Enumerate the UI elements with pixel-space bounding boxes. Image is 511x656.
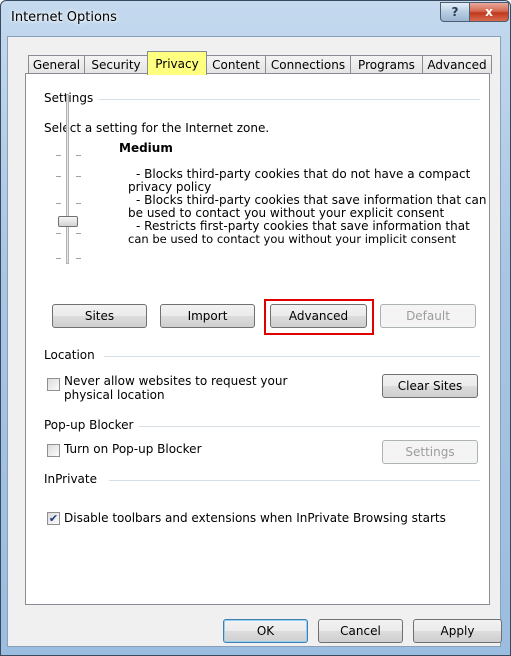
privacy-level-name: Medium [119, 141, 173, 155]
highlight-annotation [264, 299, 374, 335]
popup-group-label: Pop-up Blocker [44, 418, 140, 432]
settings-divider [96, 99, 480, 100]
privacy-tab-panel [25, 73, 490, 605]
tab-connections[interactable]: Connections [265, 55, 351, 74]
tab-security[interactable]: Security [84, 55, 148, 74]
inprivate-group-label: InPrivate [44, 472, 103, 486]
tab-advanced[interactable]: Advanced [422, 55, 492, 74]
slider-tick [56, 203, 61, 204]
popup-blocker-label: Turn on Pop-up Blocker [64, 442, 202, 456]
privacy-level-slider-track[interactable] [66, 94, 69, 264]
never-allow-location-label-line2: physical location [64, 388, 165, 402]
close-icon: x [485, 5, 493, 19]
popup-divider [138, 426, 480, 427]
default-button[interactable]: Default [380, 304, 476, 328]
never-allow-location-label: Never allow websites to request your [64, 374, 288, 388]
slider-tick [76, 258, 81, 259]
inprivate-divider [109, 480, 480, 481]
description-line: - Blocks third-party cookies that do not… [136, 167, 471, 181]
location-divider [104, 356, 480, 357]
popup-settings-button[interactable]: Settings [382, 440, 478, 464]
help-icon: ? [451, 5, 459, 19]
zone-instruction-text: Select a setting for the Internet zone. [44, 121, 270, 135]
popup-blocker-checkbox[interactable] [47, 444, 60, 457]
settings-group-label: Settings [44, 91, 100, 105]
slider-tick [56, 155, 61, 156]
slider-tick [76, 203, 81, 204]
privacy-level-slider-thumb[interactable] [58, 216, 78, 227]
slider-tick [56, 233, 61, 234]
slider-tick [56, 176, 61, 177]
description-line: privacy policy [128, 180, 212, 194]
tab-programs[interactable]: Programs [350, 55, 423, 74]
tab-general[interactable]: General [28, 55, 85, 74]
tab-content[interactable]: Content [206, 55, 266, 74]
help-button[interactable]: ? [440, 2, 470, 22]
slider-tick [76, 176, 81, 177]
import-button[interactable]: Import [160, 304, 255, 328]
sites-button[interactable]: Sites [52, 304, 147, 328]
description-line: - Blocks third-party cookies that save i… [136, 193, 487, 207]
description-line: be used to contact you without your expl… [128, 206, 445, 220]
location-group-label: Location [44, 348, 101, 362]
slider-tick [56, 258, 61, 259]
disable-toolbars-label: Disable toolbars and extensions when InP… [64, 511, 446, 525]
apply-button[interactable]: Apply [413, 619, 502, 643]
title-bar[interactable]: Internet Options ? x [1, 1, 510, 37]
ok-button[interactable]: OK [223, 619, 308, 643]
clear-sites-button[interactable]: Clear Sites [382, 374, 478, 398]
disable-toolbars-checkbox[interactable]: ✔ [47, 512, 60, 525]
slider-tick [76, 233, 81, 234]
close-button[interactable]: x [469, 2, 509, 22]
description-line: - Restricts first-party cookies that sav… [136, 219, 470, 233]
cancel-button[interactable]: Cancel [318, 619, 403, 643]
slider-tick [76, 155, 81, 156]
tab-privacy[interactable]: Privacy [147, 51, 207, 75]
checkmark-icon: ✔ [48, 512, 59, 525]
description-line: can be used to contact you without your … [128, 232, 457, 246]
window-title: Internet Options [11, 10, 117, 25]
never-allow-location-checkbox[interactable] [47, 378, 60, 391]
